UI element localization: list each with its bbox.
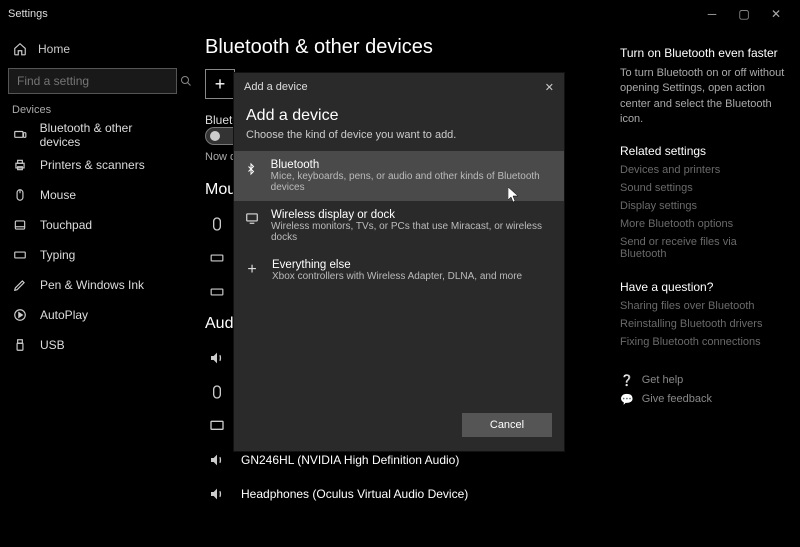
search-box[interactable]	[8, 68, 177, 94]
option-title: Wireless display or dock	[271, 209, 556, 221]
pen-icon	[12, 277, 28, 293]
question-link[interactable]: Sharing files over Bluetooth	[620, 300, 786, 312]
page-title: Bluetooth & other devices	[205, 36, 608, 59]
dialog-subtitle: Choose the kind of device you want to ad…	[246, 129, 552, 141]
sidebar-section: Devices	[12, 104, 177, 116]
plus-icon: +	[205, 69, 235, 99]
sidebar-item-typing[interactable]: Typing	[8, 240, 177, 270]
monitor-icon	[205, 418, 229, 434]
option-title: Everything else	[272, 259, 522, 271]
related-link[interactable]: Sound settings	[620, 182, 786, 194]
related-link[interactable]: Devices and printers	[620, 164, 786, 176]
dialog-title: Add a device	[246, 107, 552, 125]
sidebar-item-label: Mouse	[40, 188, 76, 202]
home-nav[interactable]: Home	[8, 34, 177, 64]
device-label: Headphones (Oculus Virtual Audio Device)	[241, 487, 468, 501]
mouse-icon	[12, 187, 28, 203]
sidebar-item-printers[interactable]: Printers & scanners	[8, 150, 177, 180]
option-wireless-display[interactable]: Wireless display or dock Wireless monito…	[234, 201, 564, 251]
sidebar-item-label: USB	[40, 338, 65, 352]
speaker-icon	[205, 486, 229, 502]
home-icon	[12, 41, 28, 57]
mouse-icon	[205, 216, 229, 232]
sidebar-item-label: Bluetooth & other devices	[40, 121, 173, 149]
related-heading: Related settings	[620, 144, 786, 158]
related-link[interactable]: Display settings	[620, 200, 786, 212]
printer-icon	[12, 157, 28, 173]
keyboard-icon	[12, 247, 28, 263]
sidebar-item-label: Pen & Windows Ink	[40, 278, 144, 292]
option-everything-else[interactable]: + Everything else Xbox controllers with …	[234, 251, 564, 290]
autoplay-icon	[12, 307, 28, 323]
get-help-link[interactable]: ❔Get help	[620, 374, 786, 387]
add-device-dialog: Add a device ✕ Add a device Choose the k…	[234, 73, 564, 451]
question-link[interactable]: Reinstalling Bluetooth drivers	[620, 318, 786, 330]
question-heading: Have a question?	[620, 280, 786, 294]
mouse-icon	[205, 384, 229, 400]
faster-body: To turn Bluetooth on or off without open…	[620, 66, 786, 128]
right-pane: Turn on Bluetooth even faster To turn Bl…	[620, 28, 800, 547]
sidebar: Home Devices Bluetooth & other devices P…	[0, 28, 185, 547]
keyboard-icon	[205, 285, 229, 299]
sidebar-item-label: AutoPlay	[40, 308, 88, 322]
display-icon	[242, 209, 261, 243]
device-row[interactable]: Headphones (Oculus Virtual Audio Device)	[205, 477, 608, 511]
related-link[interactable]: More Bluetooth options	[620, 218, 786, 230]
keyboard-icon	[205, 251, 229, 265]
help-icon: ❔	[620, 374, 634, 387]
close-button[interactable]: ✕	[760, 2, 792, 26]
window-title: Settings	[8, 8, 48, 20]
plus-icon: +	[242, 259, 262, 282]
search-input[interactable]	[9, 74, 180, 88]
feedback-icon: 💬	[620, 393, 634, 406]
sidebar-item-label: Printers & scanners	[40, 158, 145, 172]
option-desc: Mice, keyboards, pens, or audio and othe…	[271, 171, 556, 193]
option-bluetooth[interactable]: Bluetooth Mice, keyboards, pens, or audi…	[234, 151, 564, 201]
dialog-close-button[interactable]: ✕	[545, 81, 554, 94]
faster-heading: Turn on Bluetooth even faster	[620, 46, 786, 60]
usb-icon	[12, 337, 28, 353]
sidebar-item-autoplay[interactable]: AutoPlay	[8, 300, 177, 330]
maximize-button[interactable]: ▢	[728, 2, 760, 26]
sidebar-item-pen[interactable]: Pen & Windows Ink	[8, 270, 177, 300]
sidebar-item-bluetooth[interactable]: Bluetooth & other devices	[8, 120, 177, 150]
speaker-icon	[205, 350, 229, 366]
option-desc: Xbox controllers with Wireless Adapter, …	[272, 271, 522, 282]
title-bar: Settings ─ ▢ ✕	[0, 0, 800, 28]
sidebar-item-touchpad[interactable]: Touchpad	[8, 210, 177, 240]
cancel-button[interactable]: Cancel	[462, 413, 552, 437]
option-title: Bluetooth	[271, 159, 556, 171]
option-desc: Wireless monitors, TVs, or PCs that use …	[271, 221, 556, 243]
touchpad-icon	[12, 217, 28, 233]
sidebar-item-label: Touchpad	[40, 218, 92, 232]
sidebar-item-mouse[interactable]: Mouse	[8, 180, 177, 210]
sidebar-item-label: Typing	[40, 248, 75, 262]
give-feedback-link[interactable]: 💬Give feedback	[620, 393, 786, 406]
device-label: GN246HL (NVIDIA High Definition Audio)	[241, 453, 459, 467]
minimize-button[interactable]: ─	[696, 2, 728, 26]
speaker-icon	[205, 452, 229, 468]
question-link[interactable]: Fixing Bluetooth connections	[620, 336, 786, 348]
home-label: Home	[38, 42, 70, 56]
bluetooth-icon	[242, 159, 261, 193]
dialog-header: Add a device	[244, 81, 308, 93]
sidebar-item-usb[interactable]: USB	[8, 330, 177, 360]
devices-icon	[12, 127, 28, 143]
related-link[interactable]: Send or receive files via Bluetooth	[620, 236, 786, 260]
